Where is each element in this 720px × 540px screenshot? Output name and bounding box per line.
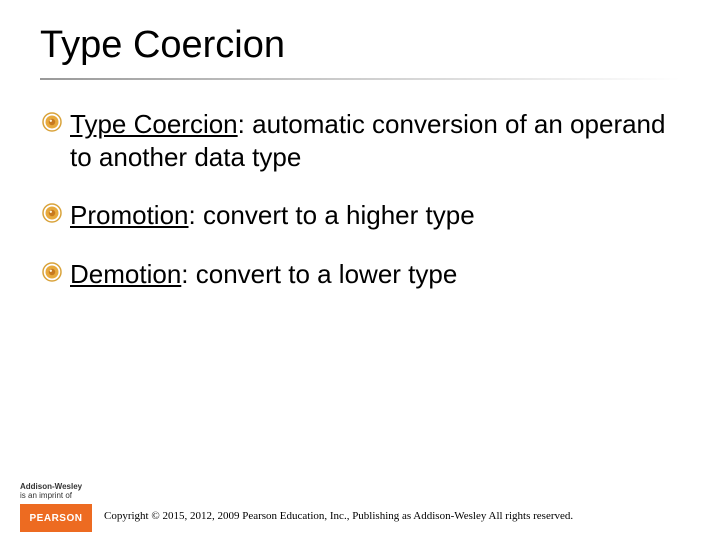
list-item: Type Coercion: automatic conversion of a… — [70, 108, 670, 173]
content-area: Type Coercion: automatic conversion of a… — [70, 108, 670, 316]
bullet-icon — [42, 262, 62, 282]
term: Type Coercion — [70, 109, 238, 139]
bullet-icon — [42, 203, 62, 223]
addison-wesley-block: Addison-Wesley is an imprint of — [20, 482, 82, 500]
title-divider — [40, 78, 680, 80]
aw-name: Addison-Wesley — [20, 482, 82, 491]
definition: : convert to a higher type — [189, 200, 475, 230]
pearson-logo: PEARSON — [20, 504, 92, 532]
bullet-icon — [42, 112, 62, 132]
pearson-text: PEARSON — [30, 513, 83, 524]
term: Demotion — [70, 259, 181, 289]
aw-sub: is an imprint of — [20, 491, 82, 500]
footer: Addison-Wesley is an imprint of PEARSON … — [0, 458, 720, 540]
list-item: Demotion: convert to a lower type — [70, 258, 670, 291]
definition: : convert to a lower type — [181, 259, 457, 289]
copyright-text: Copyright © 2015, 2012, 2009 Pearson Edu… — [104, 510, 573, 522]
slide-title: Type Coercion — [40, 24, 285, 67]
term: Promotion — [70, 200, 189, 230]
list-item: Promotion: convert to a higher type — [70, 199, 670, 232]
